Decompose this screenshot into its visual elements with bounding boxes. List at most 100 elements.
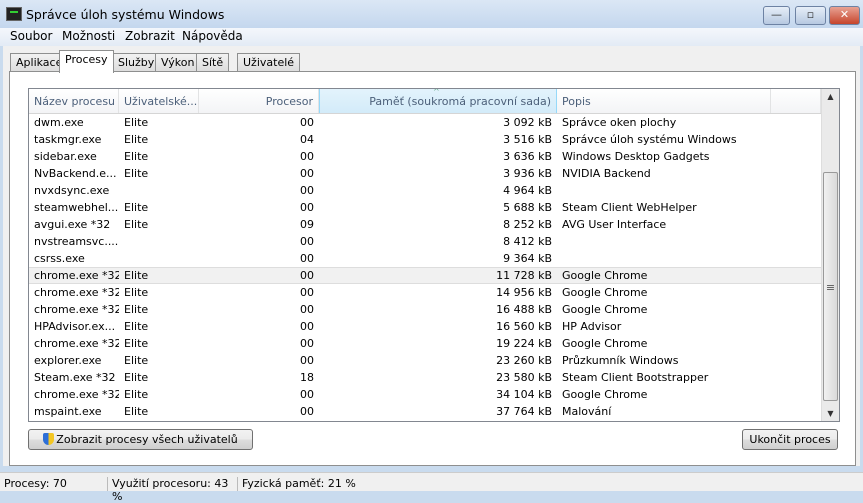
table-row[interactable]: taskmgr.exe Elite 04 3 516 kB Správce úloh s… (29, 131, 821, 148)
cell-user: Elite (124, 320, 149, 333)
cell-name: mspaint.exe (34, 405, 102, 418)
status-memory: Fyzická paměť: 21 % (242, 477, 356, 490)
cell-description: Google Chrome (562, 286, 648, 299)
tab-procesy[interactable]: Procesy (59, 50, 114, 73)
table-row[interactable]: avgui.exe *32 Elite 09 8 252 kB AVG User Int… (29, 216, 821, 233)
cell-memory: 16 560 kB (496, 320, 552, 333)
close-button[interactable]: ✕ (829, 6, 860, 25)
table-row[interactable]: dwm.exe Elite 00 3 092 kB Správce oken ploch… (29, 114, 821, 131)
cell-user: Elite (124, 388, 149, 401)
vertical-scrollbar[interactable]: ▲ ≡ ▼ (821, 89, 839, 421)
column-memory[interactable]: ^ Paměť (soukromá pracovní sada) (319, 89, 557, 113)
cell-name: sidebar.exe (34, 150, 97, 163)
cell-name: Steam.exe *32 (34, 371, 116, 384)
table-row[interactable]: csrss.exe 00 9 364 kB (29, 250, 821, 267)
table-row[interactable]: chrome.exe *32 Elite 00 14 956 kB Google Chr… (29, 284, 821, 301)
cell-name: avgui.exe *32 (34, 218, 111, 231)
maximize-button[interactable]: ▫ (795, 6, 826, 25)
table-row[interactable]: chrome.exe *32 Elite 00 19 224 kB Google Chr… (29, 335, 821, 352)
cell-name: chrome.exe *32 (34, 286, 119, 299)
table-row[interactable]: chrome.exe *32 Elite 00 11 728 kB Google Chr… (29, 267, 821, 284)
cell-user: Elite (124, 405, 149, 418)
status-bar: Procesy: 70 Využití procesoru: 43 % Fyzi… (0, 472, 863, 503)
cell-memory: 23 580 kB (496, 371, 552, 384)
minimize-button[interactable]: — (763, 6, 790, 25)
cell-description: Google Chrome (562, 269, 648, 282)
table-row[interactable]: NvBackend.e... Elite 00 3 936 kB NVIDIA Back… (29, 165, 821, 182)
cell-name: NvBackend.e... (34, 167, 117, 180)
cell-name: chrome.exe *32 (34, 269, 119, 282)
end-process-button[interactable]: Ukončit proces (742, 429, 838, 450)
cell-memory: 34 104 kB (496, 388, 552, 401)
column-name[interactable]: Název procesu (29, 89, 119, 113)
cell-name: HPAdvisor.ex... (34, 320, 116, 333)
cell-memory: 5 688 kB (503, 201, 552, 214)
cell-name: dwm.exe (34, 116, 84, 129)
cell-description: Správce úloh systému Windows (562, 133, 737, 146)
scrollbar-thumb[interactable]: ≡ (823, 172, 838, 401)
cell-description: Malování (562, 405, 612, 418)
cell-memory: 14 956 kB (496, 286, 552, 299)
show-all-users-label: Zobrazit procesy všech uživatelů (56, 433, 238, 446)
cell-cpu: 09 (300, 218, 314, 231)
cell-name: csrss.exe (34, 252, 85, 265)
scroll-up-icon[interactable]: ▲ (822, 92, 839, 101)
cell-description: Správce oken plochy (562, 116, 677, 129)
cell-cpu: 00 (300, 286, 314, 299)
cell-memory: 8 412 kB (503, 235, 552, 248)
window-title: Správce úloh systému Windows (26, 7, 225, 22)
cell-memory: 16 488 kB (496, 303, 552, 316)
table-row[interactable]: explorer.exe Elite 00 23 260 kB Průzkumník W… (29, 352, 821, 369)
cell-description: HP Advisor (562, 320, 622, 333)
cell-description: Google Chrome (562, 303, 648, 316)
menu-zobrazit[interactable]: Zobrazit (125, 29, 175, 43)
column-description[interactable]: Popis (557, 89, 771, 113)
cell-user: Elite (124, 116, 149, 129)
cell-name: taskmgr.exe (34, 133, 102, 146)
table-row[interactable]: nvxdsync.exe 00 4 964 kB (29, 182, 821, 199)
table-row[interactable]: mspaint.exe Elite 00 37 764 kB Malování (29, 403, 821, 420)
table-row[interactable]: HPAdvisor.ex... Elite 00 16 560 kB HP Adviso… (29, 318, 821, 335)
sort-ascending-icon: ^ (433, 89, 440, 96)
scroll-down-icon[interactable]: ▼ (822, 409, 839, 418)
process-table: Název procesu Uživatelské... Procesor ^ … (28, 88, 840, 422)
table-row[interactable]: chrome.exe *32 Elite 00 16 488 kB Google Chr… (29, 301, 821, 318)
menu-moznosti[interactable]: Možnosti (62, 29, 115, 43)
tab-uzivatele[interactable]: Uživatelé (237, 53, 301, 72)
cell-memory: 3 516 kB (503, 133, 552, 146)
menu-napoveda[interactable]: Nápověda (182, 29, 243, 43)
table-row[interactable]: nvstreamsvc.... 00 8 412 kB (29, 233, 821, 250)
cell-description: Steam Client WebHelper (562, 201, 697, 214)
menu-soubor[interactable]: Soubor (10, 29, 52, 43)
cell-memory: 4 964 kB (503, 184, 552, 197)
cell-description: Windows Desktop Gadgets (562, 150, 710, 163)
tab-vykon[interactable]: Výkon (155, 53, 201, 72)
column-cpu[interactable]: Procesor (199, 89, 319, 113)
task-manager-icon (6, 7, 22, 21)
cell-memory: 19 224 kB (496, 337, 552, 350)
cell-cpu: 00 (300, 337, 314, 350)
cell-name: nvxdsync.exe (34, 184, 110, 197)
tab-sluzby[interactable]: Služby (112, 53, 161, 72)
column-user[interactable]: Uživatelské... (119, 89, 199, 113)
cell-memory: 3 636 kB (503, 150, 552, 163)
cell-cpu: 00 (300, 320, 314, 333)
table-row[interactable]: sidebar.exe Elite 00 3 636 kB Windows Deskto… (29, 148, 821, 165)
cell-description: Google Chrome (562, 388, 648, 401)
shield-icon (43, 433, 55, 445)
cell-cpu: 00 (300, 354, 314, 367)
cell-user: Elite (124, 286, 149, 299)
cell-memory: 3 936 kB (503, 167, 552, 180)
cell-user: Elite (124, 133, 149, 146)
cell-cpu: 00 (300, 201, 314, 214)
cell-user: Elite (124, 201, 149, 214)
table-row[interactable]: Steam.exe *32 Elite 18 23 580 kB Steam Clien… (29, 369, 821, 386)
cell-name: explorer.exe (34, 354, 102, 367)
cell-user: Elite (124, 303, 149, 316)
tab-site[interactable]: Sítě (196, 53, 230, 72)
cell-cpu: 00 (300, 116, 314, 129)
show-all-users-button[interactable]: Zobrazit procesy všech uživatelů (28, 429, 253, 450)
cell-name: steamwebhel... (34, 201, 119, 214)
table-row[interactable]: chrome.exe *32 Elite 00 34 104 kB Google Chr… (29, 386, 821, 403)
table-row[interactable]: steamwebhel... Elite 00 5 688 kB Steam Clien… (29, 199, 821, 216)
